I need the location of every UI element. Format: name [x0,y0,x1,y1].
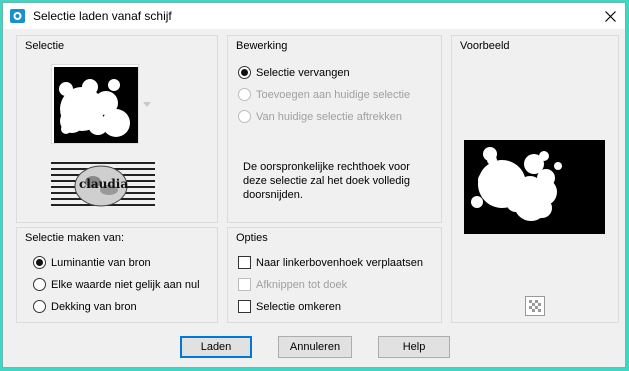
radio-opacity-indicator[interactable] [33,300,46,313]
radio-replace-label: Selectie vervangen [256,66,350,79]
radio-replace-selection[interactable]: Selectie vervangen [238,66,350,79]
note-line: De oorspronkelijke rechthoek voor [243,161,410,173]
watermark-thumbnail: claudia [51,160,155,212]
selection-preview-image [54,67,138,143]
voorbeeld-group-title: Voorbeeld [458,40,512,52]
check-move-topleft-label: Naar linkerbovenhoek verplaatsen [256,256,423,269]
opties-group-title: Opties [234,232,270,244]
maken-van-group-title: Selectie maken van: [23,232,127,244]
bewerking-group-title: Bewerking [234,40,290,52]
radio-nonzero-label: Elke waarde niet gelijk aan nul [51,278,200,291]
radio-luminance[interactable]: Luminantie van bron [33,256,151,269]
bewerking-note: De oorspronkelijke rechthoek voor deze s… [243,160,410,202]
radio-opacity-label: Dekking van bron [51,300,137,313]
checkerboard-icon[interactable] [525,296,545,316]
maken-van-group: Selectie maken van: Luminantie van bron … [16,227,218,323]
dropdown-arrow-icon[interactable] [143,102,151,108]
radio-subtract-label: Van huidige selectie aftrekken [256,110,402,123]
load-button[interactable]: Laden [180,336,252,358]
selectie-group-title: Selectie [23,40,67,52]
checkerboard-pattern [526,297,544,315]
radio-add-indicator[interactable] [238,88,251,101]
check-move-topleft[interactable]: Naar linkerbovenhoek verplaatsen [238,256,423,269]
note-line: deze selectie zal het doek volledig [243,175,410,187]
close-icon [604,10,616,22]
check-invert-selection-box[interactable] [238,300,251,313]
radio-add-label: Toevoegen aan huidige selectie [256,88,411,101]
check-clip-canvas-box[interactable] [238,278,251,291]
check-move-topleft-box[interactable] [238,256,251,269]
radio-nonzero-indicator[interactable] [33,278,46,291]
radio-subtract-indicator[interactable] [238,110,251,123]
selectie-group: Selectie claudia [16,35,218,223]
check-invert-selection[interactable]: Selectie omkeren [238,300,341,313]
cancel-button[interactable]: Annuleren [278,336,352,358]
app-icon [10,9,25,23]
voorbeeld-group: Voorbeeld [451,35,619,323]
check-invert-selection-label: Selectie omkeren [256,300,341,313]
opties-group: Opties Naar linkerbovenhoek verplaatsen … [227,227,442,323]
radio-subtract-selection[interactable]: Van huidige selectie aftrekken [238,110,402,123]
radio-nonzero[interactable]: Elke waarde niet gelijk aan nul [33,278,200,291]
check-clip-canvas-label: Afknippen tot doek [256,278,348,291]
selection-thumbnail[interactable] [51,64,139,144]
preview-canvas [464,140,605,234]
note-line: doorsnijden. [243,189,303,201]
dialog-window: Selectie laden vanaf schijf Selectie cla… [2,2,626,368]
title-bar: Selectie laden vanaf schijf [3,3,625,29]
close-button[interactable] [595,3,625,29]
bewerking-group: Bewerking Selectie vervangen Toevoegen a… [227,35,442,223]
radio-add-selection[interactable]: Toevoegen aan huidige selectie [238,88,410,101]
radio-luminance-label: Luminantie van bron [51,256,151,269]
window-title: Selectie laden vanaf schijf [33,9,172,23]
help-button[interactable]: Help [378,336,450,358]
watermark-caption: claudia [79,177,129,191]
radio-opacity[interactable]: Dekking van bron [33,300,137,313]
check-clip-canvas[interactable]: Afknippen tot doek [238,278,347,291]
radio-luminance-indicator[interactable] [33,256,46,269]
radio-replace-indicator[interactable] [238,66,251,79]
